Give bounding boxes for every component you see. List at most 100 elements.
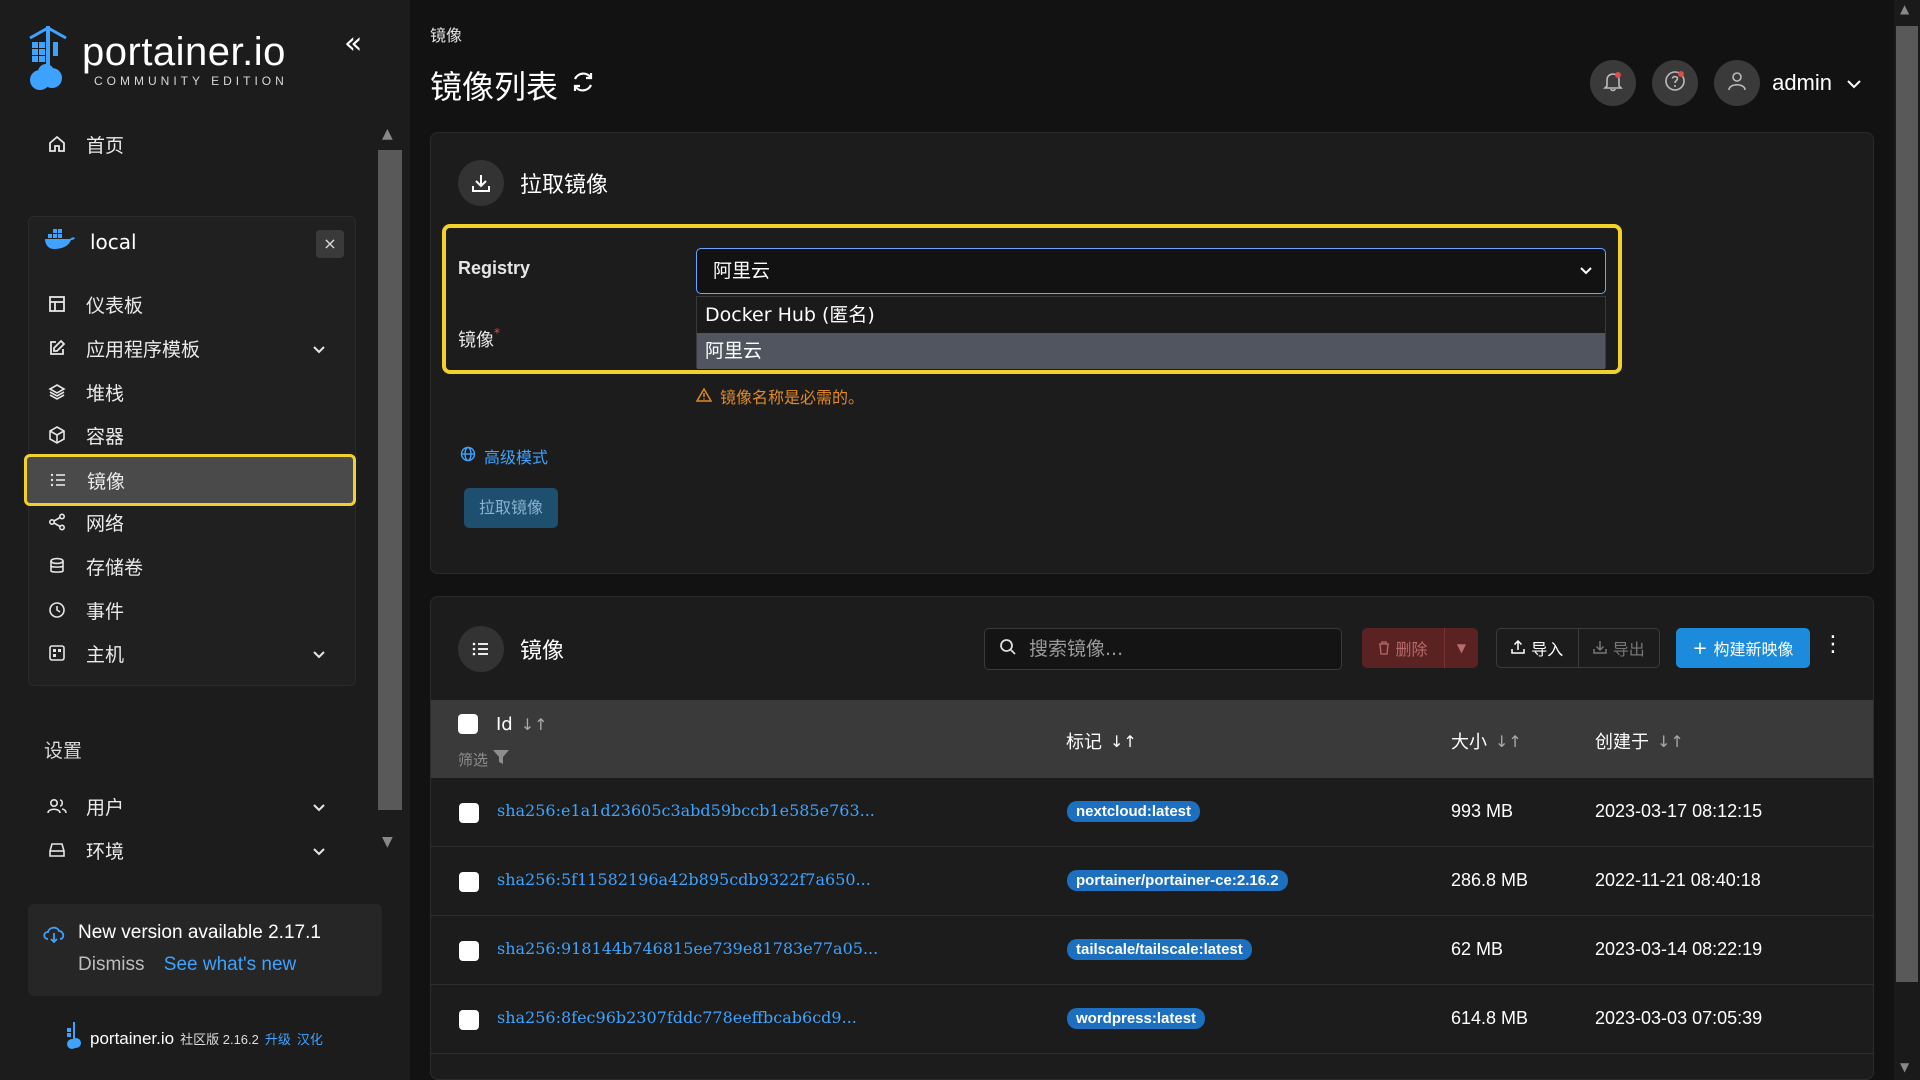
bell-icon <box>1602 70 1624 96</box>
column-header-id[interactable]: Id ↓↑ <box>496 714 548 735</box>
dismiss-link[interactable]: Dismiss <box>78 954 145 975</box>
sidebar-item-images[interactable]: 镜像 <box>24 454 356 506</box>
breadcrumb[interactable]: 镜像 <box>430 22 462 46</box>
sidebar-item-app-templates[interactable]: 应用程序模板 <box>36 326 346 370</box>
image-tag-badge: nextcloud:latest <box>1067 801 1201 822</box>
row-checkbox[interactable] <box>459 1010 479 1030</box>
sidebar-item-containers[interactable]: 容器 <box>36 413 346 457</box>
brand-title: portainer.io <box>82 30 286 74</box>
user-avatar[interactable] <box>1714 60 1761 106</box>
sidebar-item-label: 堆栈 <box>86 382 125 405</box>
image-id-link[interactable]: sha256:8fec96b2307fddc778eeffbcab6cd9... <box>497 1008 857 1027</box>
sidebar-item-users[interactable]: 用户 <box>36 784 346 828</box>
column-header-tags[interactable]: 标记 ↓↑ <box>1066 728 1137 754</box>
sidebar-item-volumes[interactable]: 存储卷 <box>36 544 346 588</box>
environment-header[interactable]: local <box>44 228 137 255</box>
user-name[interactable]: admin <box>1772 70 1832 96</box>
filter-control[interactable]: 筛选 <box>458 748 510 770</box>
image-tag-badge: portainer/portainer-ce:2.16.2 <box>1067 870 1288 891</box>
row-checkbox[interactable] <box>459 872 479 892</box>
image-required-warning: 镜像名称是必需的。 <box>695 384 864 408</box>
scroll-down-icon[interactable]: ▼ <box>1900 1060 1909 1074</box>
environment-close-button[interactable]: × <box>316 230 344 258</box>
scroll-down-icon[interactable]: ▼ <box>382 834 393 850</box>
layers-icon <box>46 381 68 403</box>
settings-section-label: 设置 <box>44 740 83 762</box>
import-button[interactable]: 导入 <box>1497 629 1579 667</box>
sidebar-item-host[interactable]: 主机 <box>36 631 346 675</box>
import-export-group: 导入 导出 <box>1496 628 1660 668</box>
delete-button-group: 删除 ▼ <box>1362 628 1478 668</box>
footer-edition: 社区版 2.16.2 <box>180 1032 259 1047</box>
footer-brand: portainer.io 社区版 2.16.2 升级 汉化 <box>64 1022 323 1055</box>
sidebar-item-label: 环境 <box>86 840 125 863</box>
scroll-up-icon[interactable]: ▲ <box>1900 2 1909 16</box>
main-scroll-thumb[interactable] <box>1896 26 1918 982</box>
pull-image-title: 拉取镜像 <box>520 173 609 198</box>
environment-name: local <box>90 229 137 254</box>
more-options-icon[interactable]: ⋮ <box>1822 632 1844 657</box>
row-checkbox[interactable] <box>459 941 479 961</box>
user-menu-chevron-icon[interactable] <box>1846 74 1862 93</box>
advanced-mode-link[interactable]: 高级模式 <box>460 444 548 468</box>
column-header-created[interactable]: 创建于 ↓↑ <box>1595 728 1684 754</box>
localize-link[interactable]: 汉化 <box>297 1029 323 1048</box>
pull-image-header: 拉取镜像 <box>458 160 608 206</box>
sidebar-item-networks[interactable]: 网络 <box>36 500 346 544</box>
select-all-checkbox[interactable] <box>458 714 478 734</box>
row-checkbox[interactable] <box>459 803 479 823</box>
help-icon <box>1663 69 1687 97</box>
chevron-down-icon <box>312 840 326 862</box>
refresh-icon[interactable] <box>570 69 596 102</box>
sidebar-item-label: 用户 <box>86 796 125 819</box>
scroll-up-icon[interactable]: ▲ <box>382 126 393 142</box>
footer-brand-name: portainer.io <box>90 1028 175 1048</box>
brand-subtitle: COMMUNITY EDITION <box>94 74 288 88</box>
see-whats-new-link[interactable]: See what's new <box>164 954 296 975</box>
sidebar-item-environments[interactable]: 环境 <box>36 828 346 872</box>
collapse-sidebar-icon[interactable]: « <box>344 26 362 61</box>
image-size: 993 MB <box>1451 801 1514 821</box>
delete-button[interactable]: 删除 <box>1362 636 1444 660</box>
image-tag-badge: wordpress:latest <box>1067 1008 1206 1029</box>
sidebar-item-label: 存储卷 <box>86 556 144 579</box>
upgrade-link[interactable]: 升级 <box>265 1029 291 1048</box>
images-header: 镜像 <box>458 626 564 672</box>
sidebar-item-dashboard[interactable]: 仪表板 <box>36 282 346 326</box>
import-button-label: 导入 <box>1531 640 1564 659</box>
clock-icon <box>46 599 68 621</box>
warning-icon <box>695 387 713 406</box>
image-search <box>984 628 1342 670</box>
main-scrollbar[interactable]: ▲ ▼ <box>1894 0 1920 1080</box>
globe-icon <box>460 446 476 466</box>
portainer-logo[interactable]: portainer.io COMMUNITY EDITION <box>26 26 288 92</box>
search-input[interactable] <box>1029 638 1329 660</box>
download-icon <box>458 160 504 206</box>
download-icon <box>1592 639 1607 658</box>
sidebar-item-label: 镜像 <box>87 470 126 493</box>
notifications-button[interactable] <box>1590 60 1637 106</box>
delete-button-label: 删除 <box>1395 640 1428 659</box>
image-id-link[interactable]: sha256:5f11582196a42b895cdb9322f7a650... <box>497 870 871 889</box>
pull-image-button[interactable]: 拉取镜像 <box>464 488 558 528</box>
image-created: 2023-03-17 08:12:15 <box>1595 801 1763 821</box>
delete-dropdown-caret-icon[interactable]: ▼ <box>1444 628 1478 668</box>
image-id-link[interactable]: sha256:e1a1d23605c3abd59bccb1e585e763... <box>497 801 875 820</box>
sidebar-scrollbar[interactable]: ▲ ▼ <box>378 126 402 862</box>
sidebar-item-stacks[interactable]: 堆栈 <box>36 370 346 414</box>
column-header-size[interactable]: 大小 ↓↑ <box>1451 728 1522 754</box>
help-button[interactable] <box>1652 60 1699 106</box>
export-button-label: 导出 <box>1612 640 1645 659</box>
image-id-link[interactable]: sha256:918144b746815ee739e81783e77a05... <box>497 939 878 958</box>
build-image-button[interactable]: + 构建新映像 <box>1676 628 1810 668</box>
sidebar-item-label: 首页 <box>86 134 125 157</box>
sidebar-item-events[interactable]: 事件 <box>36 588 346 632</box>
dashboard-icon <box>46 293 68 315</box>
users-icon <box>46 795 68 817</box>
table-row: sha256:918144b746815ee739e81783e77a05...… <box>431 917 1873 985</box>
trash-icon <box>1378 640 1395 659</box>
sidebar-item-home[interactable]: 首页 <box>36 122 346 166</box>
advanced-mode-text: 高级模式 <box>484 448 549 467</box>
sidebar-scroll-thumb[interactable] <box>378 150 402 810</box>
export-button[interactable]: 导出 <box>1579 629 1660 667</box>
